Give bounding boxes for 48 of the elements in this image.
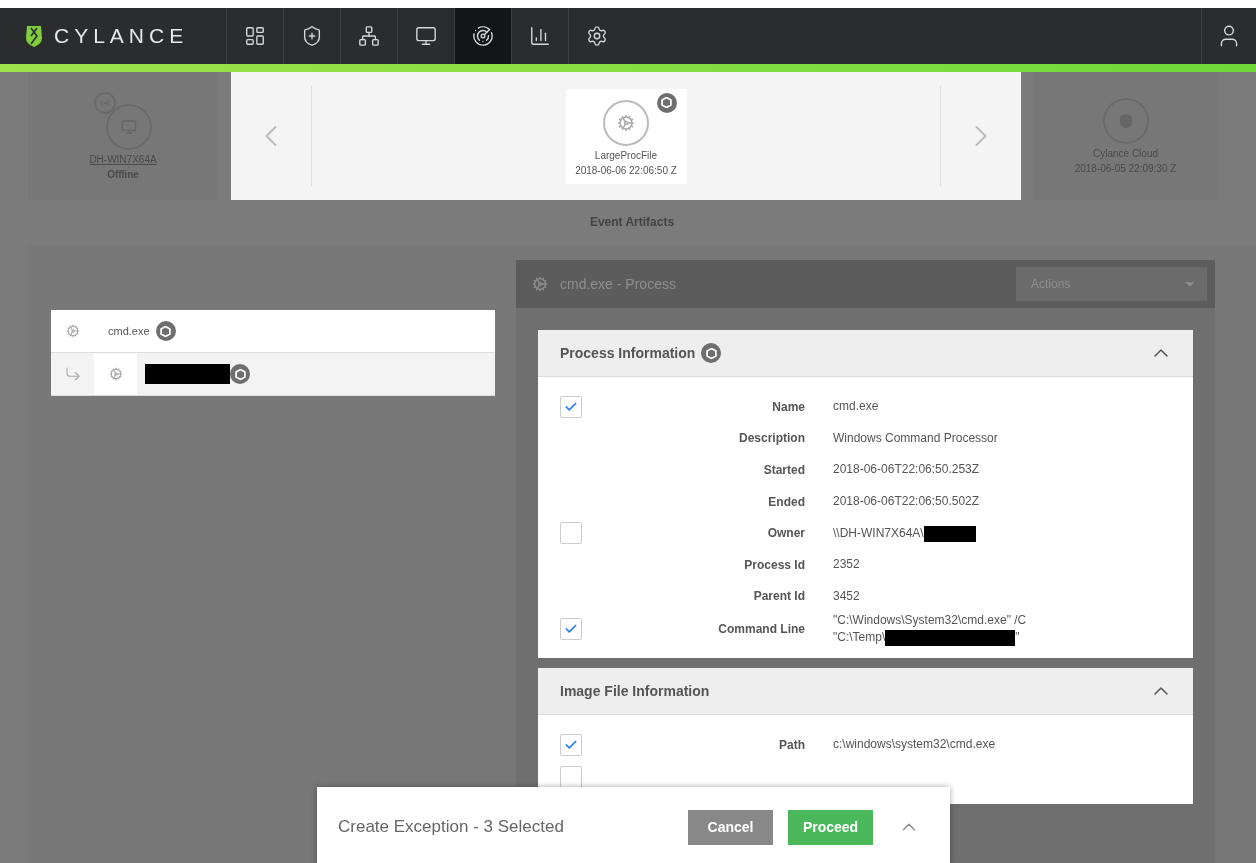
- field-label: Name: [771, 399, 805, 414]
- field-label: Command Line: [717, 622, 805, 637]
- child-arrow-icon: [63, 365, 82, 383]
- redaction-bar: [923, 525, 976, 542]
- field-value: 2018-06-06T22:06:50.253Z: [833, 461, 981, 479]
- tree-row[interactable]: [51, 353, 495, 396]
- dialog-title: Create Exception - 3 Selected: [338, 817, 565, 837]
- process-icon: [532, 276, 548, 292]
- field-value: 2352: [833, 556, 861, 574]
- field-value: "C:\Windows\System32\cmd.exe" /C "C:\Temp\ ": [833, 612, 1028, 647]
- hexagon-badge-icon: [155, 321, 176, 341]
- event-tile[interactable]: LargeProcFile 2018-06-06 22:06:50 Z: [565, 88, 687, 184]
- field-label: Parent Id: [752, 589, 805, 604]
- process-icon: [65, 324, 80, 338]
- card-title: Process Information: [560, 345, 696, 361]
- hexagon-badge-icon: [230, 364, 250, 384]
- field-value: 3452: [833, 587, 861, 605]
- checkbox[interactable]: [560, 765, 582, 788]
- logo-text: CYLANCE: [54, 24, 189, 48]
- event-time: 2018-06-06 22:06:50 Z: [575, 164, 677, 176]
- checkbox[interactable]: [560, 618, 582, 641]
- event-name: LargeProcFile: [594, 149, 658, 161]
- settings-icon: [586, 25, 608, 47]
- field-value: 2018-06-06T22:06:50.502Z: [833, 493, 981, 511]
- proceed-button[interactable]: Proceed: [788, 809, 873, 845]
- tree-row[interactable]: cmd.exe: [51, 310, 495, 353]
- process-file-icon: [603, 99, 649, 146]
- nav-tab[interactable]: [454, 8, 511, 64]
- field-label: Ended: [767, 494, 805, 509]
- checkbox[interactable]: [560, 395, 582, 418]
- process-name: cmd.exe: [108, 325, 150, 337]
- card-title: Image File Information: [560, 683, 710, 700]
- field-value: cmd.exe: [833, 398, 880, 416]
- field-label: Started: [762, 463, 805, 477]
- field-label: Path: [778, 737, 805, 752]
- field-label: Description: [738, 431, 805, 446]
- field-value: c:\windows\system32\cmd.exe: [833, 736, 997, 754]
- dashboard-icon: [244, 25, 266, 47]
- cancel-button[interactable]: Cancel: [688, 809, 773, 845]
- field-label: Process Id: [743, 557, 805, 572]
- field-value: Windows Command Processor: [833, 429, 999, 447]
- checkbox[interactable]: [560, 733, 582, 756]
- field-label: Owner: [766, 526, 805, 541]
- hexagon-badge-icon: [656, 92, 677, 113]
- field-value: \\DH-WIN7X64A\: [833, 524, 1078, 542]
- logo-icon: [24, 24, 44, 48]
- checkbox[interactable]: [560, 522, 582, 545]
- process-icon: [108, 367, 123, 381]
